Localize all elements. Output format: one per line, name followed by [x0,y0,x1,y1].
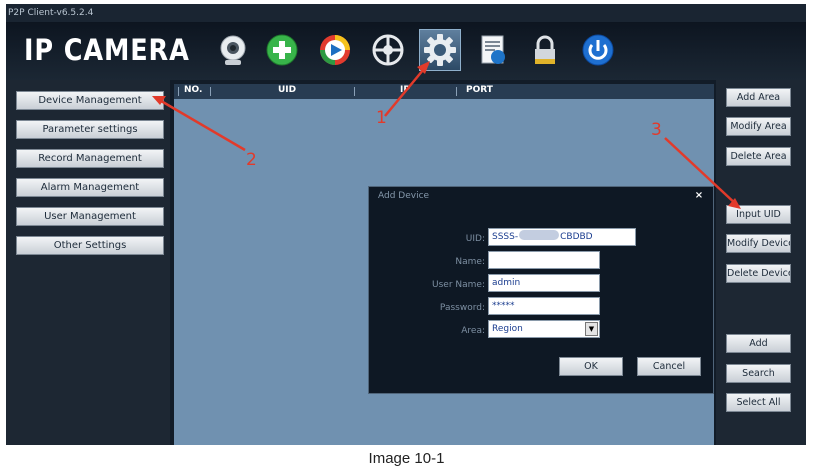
modify-area-button[interactable]: Modify Area [726,117,791,136]
image-caption: Image 10-1 [368,450,445,467]
username-label: User Name: [432,280,485,290]
add-icon[interactable] [261,29,303,71]
action-sidebar: Add Area Modify Area Delete Area Input U… [716,80,806,445]
sidebar-item-parameter-settings[interactable]: Parameter settings [16,120,164,139]
column-header-no[interactable]: NO. [184,85,202,95]
uid-redacted-mask [519,230,560,240]
password-input[interactable]: ***** [488,297,600,315]
password-label: Password: [439,303,485,313]
app-window: P2P Client-v6.5.2.4 IP CAMERA Device Man… [6,4,806,445]
annotation-number-2: 2 [246,150,257,170]
modify-device-button[interactable]: Modify Device [726,234,791,253]
close-icon[interactable]: × [689,189,709,204]
column-header-uid[interactable]: UID [278,85,296,95]
sidebar: Device Management Parameter settings Rec… [6,80,170,445]
column-separator [178,87,179,96]
uid-value-prefix: SSSS- [492,232,519,242]
sidebar-item-record-management[interactable]: Record Management [16,149,164,168]
input-uid-button[interactable]: Input UID [726,205,791,224]
add-device-dialog: Add Device × UID: SSSS- CBDBD Name: User … [368,186,714,394]
add-button[interactable]: Add [726,334,791,353]
name-input[interactable] [488,251,600,269]
area-selected-value: Region [492,324,523,334]
uid-input[interactable]: SSSS- CBDBD [488,228,636,246]
window-title: P2P Client-v6.5.2.4 [6,4,806,22]
chevron-down-icon[interactable]: ▼ [585,322,598,336]
log-document-icon[interactable] [472,29,514,71]
name-label: Name: [455,257,485,267]
app-logo: IP CAMERA [24,33,190,67]
search-button[interactable]: Search [726,364,791,383]
power-icon[interactable] [577,29,619,71]
header-bar: IP CAMERA [6,22,806,80]
sidebar-item-user-management[interactable]: User Management [16,207,164,226]
cancel-button[interactable]: Cancel [637,357,701,376]
dialog-title: Add Device [378,191,430,201]
ptz-control-icon[interactable] [367,29,409,71]
camera-icon[interactable] [212,29,254,71]
column-separator [456,87,457,96]
column-separator [210,87,211,96]
delete-device-button[interactable]: Delete Device [726,264,791,283]
select-all-button[interactable]: Select All [726,393,791,412]
ok-button[interactable]: OK [559,357,623,376]
area-select[interactable]: Region ▼ [488,320,600,338]
sidebar-item-other-settings[interactable]: Other Settings [16,236,164,255]
uid-value-suffix: CBDBD [560,232,593,242]
sidebar-item-alarm-management[interactable]: Alarm Management [16,178,164,197]
delete-area-button[interactable]: Delete Area [726,147,791,166]
annotation-number-3: 3 [651,120,662,140]
add-area-button[interactable]: Add Area [726,88,791,107]
sidebar-item-device-management[interactable]: Device Management [16,91,164,110]
column-separator [354,87,355,96]
playback-icon[interactable] [314,29,356,71]
lock-icon[interactable] [524,29,566,71]
column-header-ip[interactable]: IP [400,85,410,95]
table-header: NO. UID IP PORT [174,84,714,99]
settings-gear-icon[interactable] [419,29,461,71]
area-label: Area: [461,326,485,336]
column-header-port[interactable]: PORT [466,85,493,95]
annotation-number-1: 1 [376,108,387,128]
username-input[interactable]: admin [488,274,600,292]
uid-label: UID: [465,234,485,244]
